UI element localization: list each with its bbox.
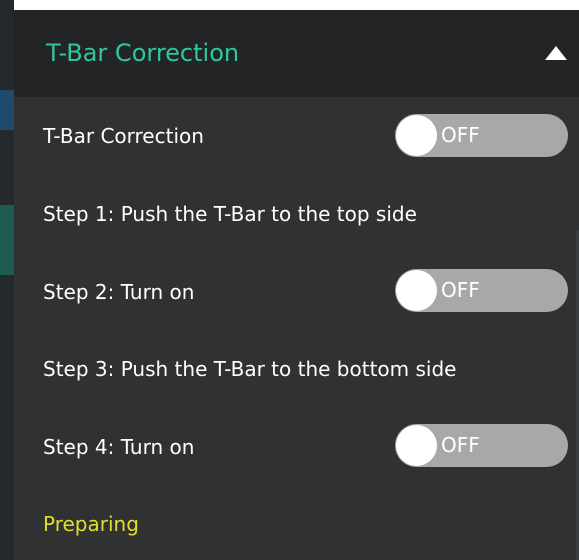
toggle-state-text: OFF	[441, 123, 480, 147]
background-accent-blue	[0, 90, 14, 130]
screenshot-frame: T-Bar Correction T-Bar Correction OFF St…	[0, 0, 579, 560]
toggle-state-text: OFF	[441, 433, 480, 457]
background-app-strip	[0, 0, 14, 560]
toggle-knob	[396, 425, 437, 466]
tbar-correction-label: T-Bar Correction	[43, 124, 204, 148]
step3-label: Step 3: Push the T-Bar to the bottom sid…	[43, 357, 457, 381]
step4-toggle[interactable]: OFF	[395, 424, 568, 467]
top-gap	[14, 0, 579, 10]
panel-header[interactable]: T-Bar Correction	[14, 10, 579, 97]
toggle-knob	[396, 115, 437, 156]
background-accent-teal	[0, 205, 14, 275]
step1-label: Step 1: Push the T-Bar to the top side	[43, 202, 417, 226]
status-text: Preparing	[43, 512, 139, 536]
toggle-state-text: OFF	[441, 278, 480, 302]
triangle-up-icon[interactable]	[545, 46, 567, 60]
step4-label: Step 4: Turn on	[43, 435, 195, 459]
step2-label: Step 2: Turn on	[43, 280, 195, 304]
tbar-correction-panel: T-Bar Correction T-Bar Correction OFF St…	[14, 0, 579, 560]
tbar-correction-toggle[interactable]: OFF	[395, 114, 568, 157]
toggle-knob	[396, 270, 437, 311]
panel-title: T-Bar Correction	[46, 39, 240, 67]
step2-toggle[interactable]: OFF	[395, 269, 568, 312]
